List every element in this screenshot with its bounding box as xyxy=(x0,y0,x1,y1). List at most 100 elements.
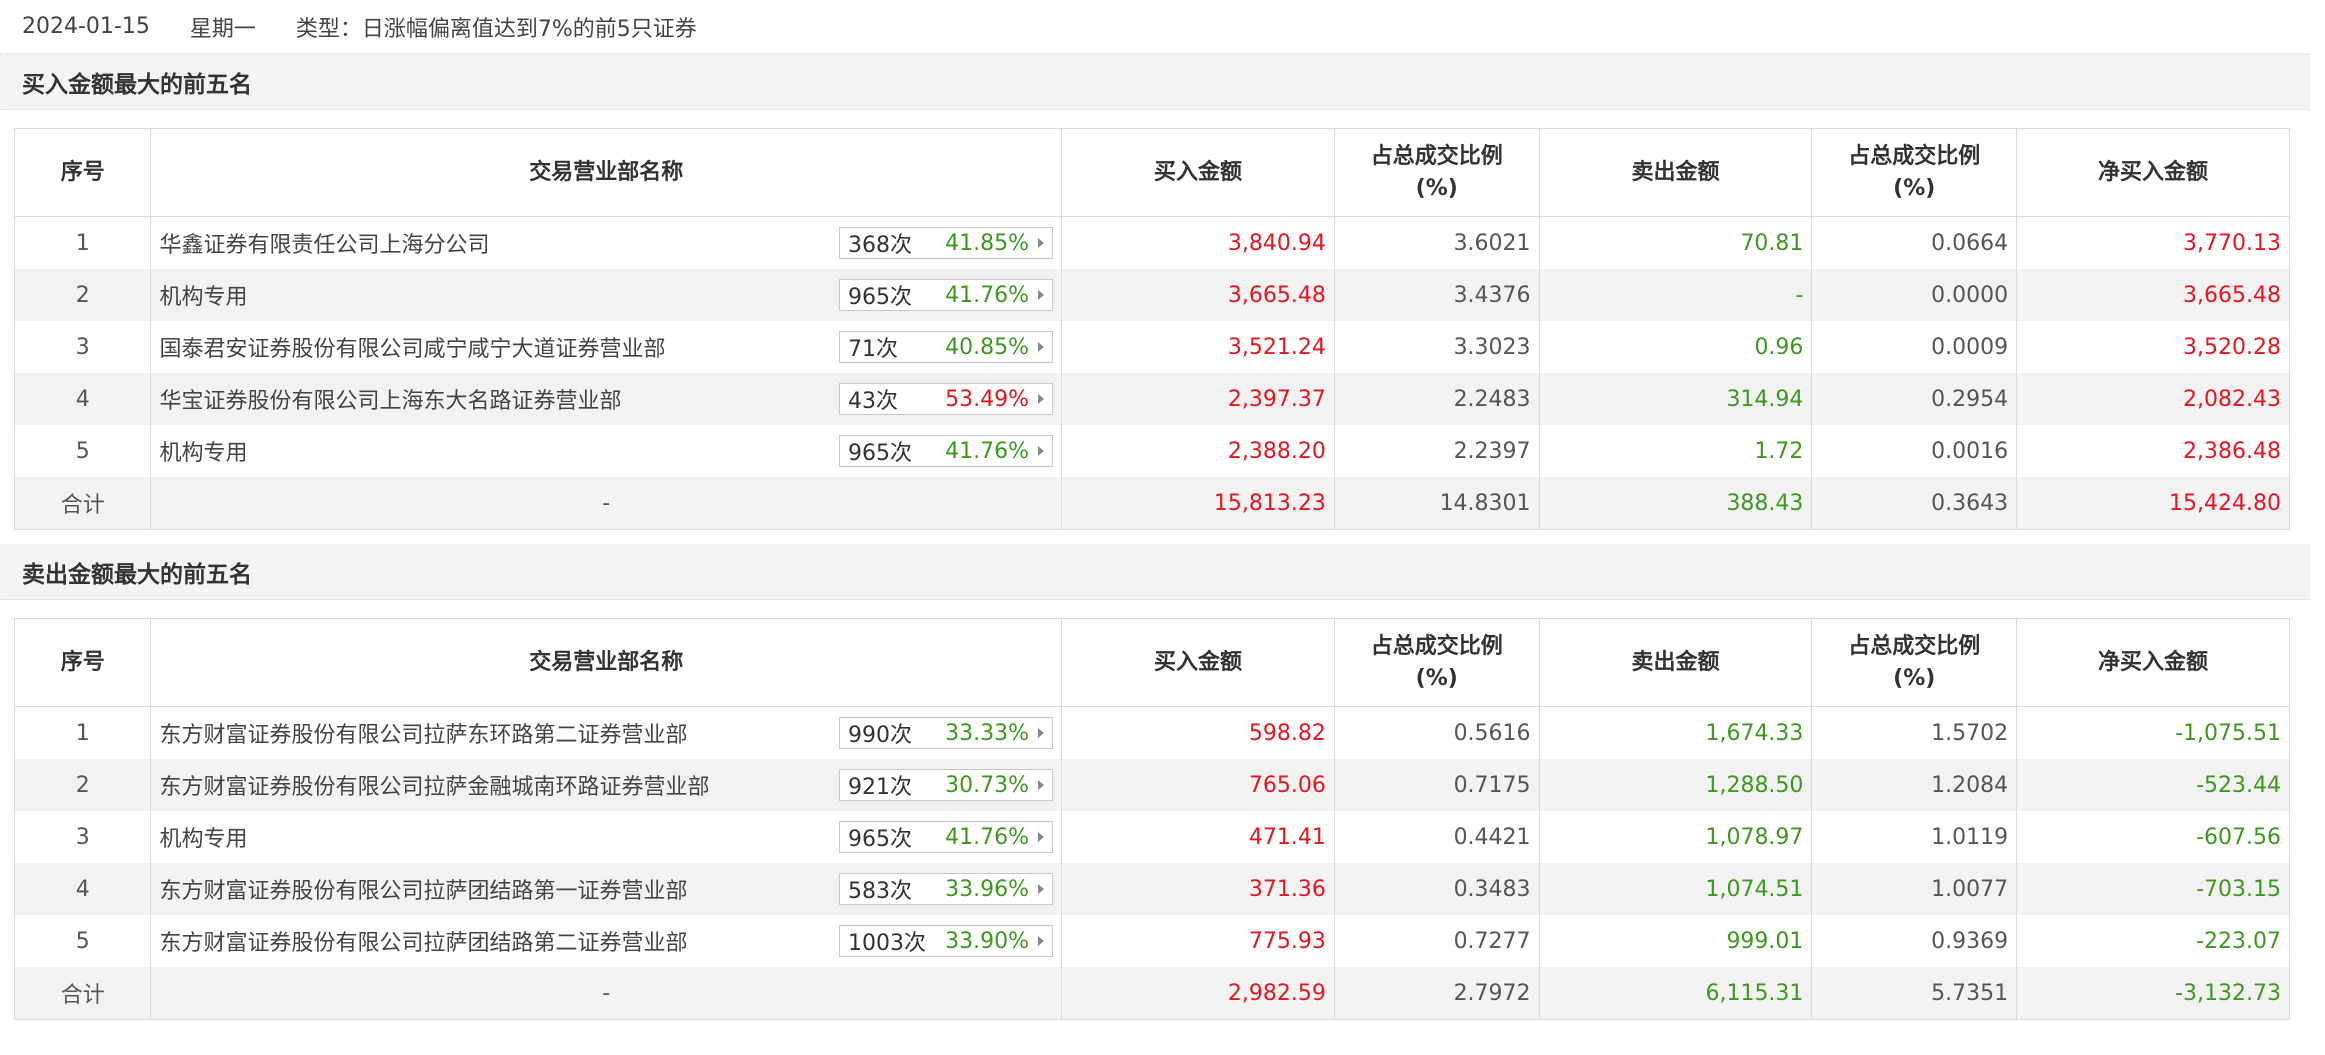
total-buy: 15,813.23 xyxy=(1061,477,1335,530)
table-row: 2 机构专用 965次 41.76% 3,665.48 3.4376-0.0000 3,66… xyxy=(13,269,2290,321)
dept-stats-button[interactable]: 583次 33.96% xyxy=(839,873,1054,905)
total-buy: 2,982.59 xyxy=(1061,967,1335,1020)
sell-ratio: 0.0016 xyxy=(1811,425,2018,477)
row-seq: 4 xyxy=(13,863,152,915)
sell-ratio: 1.0119 xyxy=(1811,811,2018,863)
buy-ratio: 0.7175 xyxy=(1333,759,1540,811)
total-sell: 6,115.31 xyxy=(1538,967,1813,1020)
sell-ratio: 0.0000 xyxy=(1811,269,2018,321)
win-rate: 53.49% xyxy=(945,386,1030,412)
buy-ratio: 3.6021 xyxy=(1333,216,1540,269)
dept-name[interactable]: 华鑫证券有限责任公司上海分公司 xyxy=(159,227,489,259)
dept-name[interactable]: 东方财富证券股份有限公司拉萨团结路第一证券营业部 xyxy=(159,873,687,905)
sell-section-title: 卖出金额最大的前五名 xyxy=(0,544,2310,600)
buy-amount: 3,665.48 xyxy=(1061,269,1335,321)
buy-amount: 2,388.20 xyxy=(1061,425,1335,477)
total-sell-ratio: 0.3643 xyxy=(1811,477,2018,530)
buy-top5-table: 序号 交易营业部名称 买入金额 占总成交比例 (%) 卖出金额 占总成交比例 (%)… xyxy=(13,128,2290,530)
dept-stats-button[interactable]: 368次 41.85% xyxy=(839,227,1054,259)
net-amount: 2,386.48 xyxy=(2016,425,2290,477)
col-dept: 交易营业部名称 xyxy=(150,618,1063,707)
table-row: 1 东方财富证券股份有限公司拉萨东环路第二证券营业部 990次 33.33% 598.8… xyxy=(13,706,2290,759)
net-amount: -607.56 xyxy=(2016,811,2290,863)
dept-name[interactable]: 机构专用 xyxy=(159,279,247,311)
dept-stats-button[interactable]: 965次 41.76% xyxy=(839,279,1054,311)
net-amount: -523.44 xyxy=(2016,759,2290,811)
col-net: 净买入金额 xyxy=(2016,618,2290,707)
row-seq: 5 xyxy=(13,425,152,477)
col-ratio2: 占总成交比例 (%) xyxy=(1811,618,2018,707)
sell-ratio: 0.0009 xyxy=(1811,321,2018,373)
dept-cell: 东方财富证券股份有限公司拉萨金融城南环路证券营业部 921次 30.73% xyxy=(150,759,1063,811)
table-row: 4 东方财富证券股份有限公司拉萨团结路第一证券营业部 583次 33.96% 371.3… xyxy=(13,863,2290,915)
sell-amount: 314.94 xyxy=(1538,373,1813,425)
col-sell: 卖出金额 xyxy=(1538,128,1813,217)
sell-amount: 0.96 xyxy=(1538,321,1813,373)
dept-cell: 国泰君安证券股份有限公司咸宁咸宁大道证券营业部 71次 40.85% xyxy=(150,321,1063,373)
sell-top5-table: 序号 交易营业部名称 买入金额 占总成交比例 (%) 卖出金额 占总成交比例 (%)… xyxy=(13,618,2290,1020)
buy-amount: 3,840.94 xyxy=(1061,216,1335,269)
dept-cell: 机构专用 965次 41.76% xyxy=(150,269,1063,321)
dept-cell: 东方财富证券股份有限公司拉萨团结路第二证券营业部 1003次 33.90% xyxy=(150,915,1063,967)
total-net: 15,424.80 xyxy=(2016,477,2290,530)
dept-cell: 东方财富证券股份有限公司拉萨东环路第二证券营业部 990次 33.33% xyxy=(150,706,1063,759)
appear-count: 990次 xyxy=(848,723,913,748)
dept-stats-button[interactable]: 1003次 33.90% xyxy=(839,925,1054,957)
dept-stats-button[interactable]: 43次 53.49% xyxy=(839,383,1054,415)
dept-name[interactable]: 机构专用 xyxy=(159,435,247,467)
caret-right-icon xyxy=(1038,780,1045,790)
sell-amount: 999.01 xyxy=(1538,915,1813,967)
col-buy: 买入金额 xyxy=(1061,618,1335,707)
col-seq: 序号 xyxy=(13,128,152,217)
caret-right-icon xyxy=(1038,884,1045,894)
caret-right-icon xyxy=(1038,936,1045,946)
appear-count: 965次 xyxy=(848,285,913,310)
win-rate: 41.76% xyxy=(945,438,1030,464)
total-row: 合计 -2,982.59 2.7972 6,115.31 5.7351 -3,132.73 xyxy=(13,967,2290,1020)
dept-name[interactable]: 东方财富证券股份有限公司拉萨金融城南环路证券营业部 xyxy=(159,769,709,801)
total-dept: - xyxy=(150,967,1063,1020)
total-sell-ratio: 5.7351 xyxy=(1811,967,2018,1020)
dept-cell: 华鑫证券有限责任公司上海分公司 368次 41.85% xyxy=(150,216,1063,269)
sell-amount: 1,674.33 xyxy=(1538,706,1813,759)
net-amount: 3,665.48 xyxy=(2016,269,2290,321)
total-buy-ratio: 14.8301 xyxy=(1333,477,1540,530)
row-seq: 1 xyxy=(13,216,152,269)
win-rate: 41.85% xyxy=(945,230,1030,256)
buy-amount: 371.36 xyxy=(1061,863,1335,915)
dept-stats-button[interactable]: 71次 40.85% xyxy=(839,331,1054,363)
sell-amount: 1.72 xyxy=(1538,425,1813,477)
dept-cell: 机构专用 965次 41.76% xyxy=(150,425,1063,477)
buy-amount: 775.93 xyxy=(1061,915,1335,967)
dept-name[interactable]: 东方财富证券股份有限公司拉萨东环路第二证券营业部 xyxy=(159,717,687,749)
sell-ratio: 0.9369 xyxy=(1811,915,2018,967)
dept-stats-button[interactable]: 921次 30.73% xyxy=(839,769,1054,801)
total-label: 合计 xyxy=(13,967,152,1020)
table-row: 3 国泰君安证券股份有限公司咸宁咸宁大道证券营业部 71次 40.85% 3,521.2… xyxy=(13,321,2290,373)
sell-ratio: 1.2084 xyxy=(1811,759,2018,811)
dept-stats-button[interactable]: 990次 33.33% xyxy=(839,717,1054,749)
dept-cell: 机构专用 965次 41.76% xyxy=(150,811,1063,863)
sell-amount: 1,288.50 xyxy=(1538,759,1813,811)
row-seq: 4 xyxy=(13,373,152,425)
dept-name[interactable]: 东方财富证券股份有限公司拉萨团结路第二证券营业部 xyxy=(159,925,687,957)
dept-name[interactable]: 国泰君安证券股份有限公司咸宁咸宁大道证券营业部 xyxy=(159,331,665,363)
sell-ratio: 1.5702 xyxy=(1811,706,2018,759)
dept-name[interactable]: 华宝证券股份有限公司上海东大名路证券营业部 xyxy=(159,383,621,415)
sell-ratio: 0.0664 xyxy=(1811,216,2018,269)
win-rate: 41.76% xyxy=(945,824,1030,850)
caret-right-icon xyxy=(1038,342,1045,352)
appear-count: 965次 xyxy=(848,441,913,466)
net-amount: 3,770.13 xyxy=(2016,216,2290,269)
weekday: 星期一 xyxy=(189,16,256,42)
col-seq: 序号 xyxy=(13,618,152,707)
buy-amount: 765.06 xyxy=(1061,759,1335,811)
col-sell: 卖出金额 xyxy=(1538,618,1813,707)
dept-stats-button[interactable]: 965次 41.76% xyxy=(839,435,1054,467)
total-buy-ratio: 2.7972 xyxy=(1333,967,1540,1020)
dept-stats-button[interactable]: 965次 41.76% xyxy=(839,821,1054,853)
table-row: 1 华鑫证券有限责任公司上海分公司 368次 41.85% 3,840.94 3.6021… xyxy=(13,216,2290,269)
sell-amount: 70.81 xyxy=(1538,216,1813,269)
table-row: 5 东方财富证券股份有限公司拉萨团结路第二证券营业部 1003次 33.90% 775.… xyxy=(13,915,2290,967)
dept-name[interactable]: 机构专用 xyxy=(159,821,247,853)
